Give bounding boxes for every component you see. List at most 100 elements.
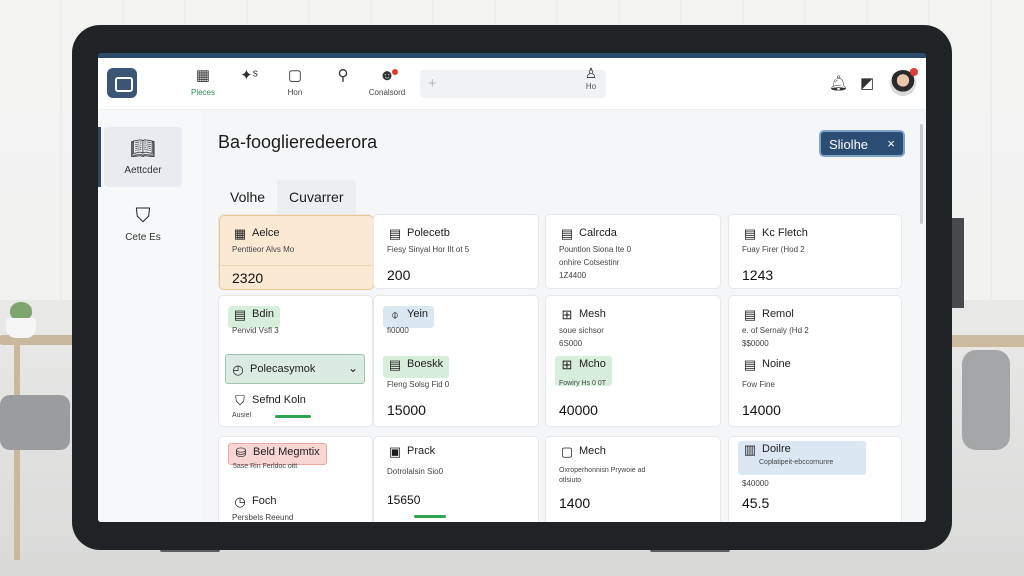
- sidebar-item-label: Aettcder: [124, 165, 162, 176]
- search-user-button[interactable]: ♙ Ho: [576, 65, 606, 91]
- nav-item-hon[interactable]: ▢ Hon: [270, 67, 320, 97]
- scrollbar[interactable]: [920, 124, 923, 224]
- card-subtitle: 5ase Rin Ferldoc oitt: [233, 463, 298, 470]
- dropdown-label: Polecasymok: [250, 363, 316, 375]
- card-subtitle: Persbels Reeund: [232, 513, 294, 522]
- card-title-text: Sefnd Koln: [252, 394, 306, 406]
- card-subtitle: Ausiel: [232, 412, 252, 419]
- card-title-text: Mcho: [579, 358, 606, 370]
- search-input[interactable]: [448, 74, 568, 94]
- card-title: ▢ Mech: [555, 443, 612, 465]
- tab-cuvarrer[interactable]: Cuvarrer: [277, 180, 355, 214]
- card-title-text: Mesh: [579, 308, 606, 320]
- card-yein[interactable]: ⌽ Yein fi0000 ▤ Boeskk Fleng Solsg Fid 0 1…: [373, 295, 539, 427]
- card-calrcda[interactable]: ▤ Calrcda Pountlon Siona Ite 0 onhire Cot…: [545, 214, 721, 289]
- progress-bar: [275, 415, 311, 418]
- card-mesh[interactable]: ⊞ Mesh soue sichsor 6S000 ⊞ Mcho Fowiry Hs…: [545, 295, 721, 427]
- app-logo[interactable]: [107, 68, 137, 98]
- briefcase-icon: ▢: [560, 444, 574, 459]
- chat-icon: ▢: [287, 67, 303, 84]
- close-icon[interactable]: ×: [887, 136, 895, 151]
- background-chair: [962, 350, 1010, 450]
- card-subtitle: Fuay Firer (Hod 2: [742, 245, 805, 254]
- card-value: 2320: [220, 265, 373, 286]
- card-subtitle: Fowiry Hs 0 0T: [559, 380, 607, 387]
- card-subtitle: Oxroperhonnisn Prywoie ad: [559, 467, 646, 474]
- background-pot: [6, 318, 36, 338]
- card-title-text: Mech: [579, 445, 606, 457]
- card-bdin[interactable]: ▤ Bdin Penvid Vsfl 3 ◴ Polecasymok ⌄ ⛉ Sefnd…: [218, 295, 373, 427]
- book-icon: 📖︎: [130, 138, 156, 160]
- card-title: ▤ Remol: [738, 306, 800, 328]
- settings-icon[interactable]: ◩: [860, 74, 874, 92]
- card-value: 40000: [559, 402, 598, 418]
- card-subtitle: Penttieor Alvs Mo: [232, 245, 295, 254]
- nav-item-conalsord[interactable]: ☻ Conalsord: [362, 67, 412, 97]
- card-title-text: Calrcda: [579, 227, 617, 239]
- card-title: ⛁ Beld Megmtix: [228, 443, 327, 465]
- card-subtitle: $$0000: [742, 339, 769, 348]
- card-kc-fletch[interactable]: ▤ Kc Fletch Fuay Firer (Hod 2 1243: [728, 214, 902, 289]
- shield-icon: ⛉: [235, 393, 245, 408]
- nav-item-label: Pleces: [190, 88, 215, 97]
- card-title-text: Polecetb: [407, 227, 450, 239]
- card-value: 15000: [387, 402, 426, 418]
- bell-icon[interactable]: 🔔︎: [829, 74, 848, 92]
- card-title: ◷ Foch: [228, 493, 282, 515]
- card-subtitle: Dotrolalsin Sio0: [387, 467, 444, 476]
- card-title-text: Doilre: [762, 443, 791, 455]
- card-subtitle: Fow Fine: [742, 380, 775, 389]
- plus-box-icon: ⊞: [561, 357, 573, 372]
- card-title: ▦ Aelce: [228, 225, 286, 247]
- card-title: ▥ Doilre: [738, 441, 866, 475]
- chevron-down-icon: ⌄: [347, 361, 358, 375]
- card-beld-megmtix[interactable]: ⛁ Beld Megmtix 5ase Rin Ferldoc oitt ◷ Foc…: [218, 436, 373, 522]
- clock-icon: ◷: [234, 494, 246, 509]
- card-title: ▤ Polecetb: [383, 225, 456, 247]
- avatar[interactable]: [890, 68, 918, 96]
- card-value: 15650: [387, 493, 421, 507]
- nav-item-pleces[interactable]: ▦ Pleces: [178, 67, 228, 97]
- sparkle-icon: ✦ˢ: [240, 67, 258, 84]
- card-value: 1Z4400: [559, 271, 587, 280]
- nav-item-sparkle[interactable]: ✦ˢ: [224, 67, 274, 88]
- chart-icon: ▥: [743, 442, 757, 457]
- background-chair: [0, 395, 70, 450]
- card-title: ▤ Noine: [738, 356, 797, 378]
- nav-item-search[interactable]: ⚲: [318, 67, 368, 88]
- filter-chip[interactable]: Sliolhe ×: [819, 130, 905, 157]
- sidebar-item-cete-es[interactable]: ⛉ Cete Es: [104, 196, 182, 256]
- card-mech[interactable]: ▢ Mech Oxroperhonnisn Prywoie ad otlsiuto…: [545, 436, 721, 522]
- card-title-text: Kc Fletch: [762, 227, 808, 239]
- card-subtitle: fi0000: [387, 326, 409, 335]
- sidebar-item-aettcder[interactable]: 📖︎ Aettcder: [104, 127, 182, 187]
- tab-volhe[interactable]: Volhe: [218, 180, 278, 214]
- nav-item-label: Conalsord: [368, 88, 406, 97]
- background-monitor: [950, 218, 964, 308]
- card-subtitle: 6S000: [559, 339, 583, 348]
- card-title: ▤ Bdin: [228, 306, 281, 328]
- sidebar-item-label: Cete Es: [125, 232, 161, 243]
- card-title: ⊞ Mesh: [555, 306, 612, 328]
- card-subtitle: Pountlon Siona Ite 0: [559, 245, 632, 254]
- card-title-text: Remol: [762, 308, 794, 320]
- document-icon: ▤: [743, 357, 757, 372]
- card-polecetb[interactable]: ▤ Polecetb Fiesy Sinyal Hor Ilt ot 5 200: [373, 214, 539, 289]
- background-desk-leg: [14, 345, 20, 560]
- shield-icon: ⛉: [135, 205, 151, 227]
- card-remol[interactable]: ▤ Remol e. of Sernaly (Hd 2 $$0000 ▤ Noine…: [728, 295, 902, 427]
- card-value: 1243: [742, 267, 774, 283]
- card-aelce[interactable]: ▦ Aelce Penttieor Alvs Mo 2320: [218, 214, 374, 290]
- search-user-label: Ho: [585, 82, 597, 91]
- card-doilre[interactable]: ▥ Doilre Coplatipeit-ebccornunre $40000 4…: [728, 436, 902, 522]
- document-icon: ▤: [388, 357, 402, 372]
- clip-icon: ⌽: [391, 307, 399, 322]
- card-subtitle: Coplatipeit-ebccornunre: [759, 459, 834, 466]
- card-prack[interactable]: ▣ Prack Dotrolalsin Sio0 15650: [373, 436, 539, 522]
- dropdown-polecasymok[interactable]: ◴ Polecasymok ⌄: [225, 354, 365, 384]
- user-alert-icon: ☻: [379, 67, 395, 84]
- card-subtitle: $40000: [742, 479, 769, 488]
- card-subtitle: otlsiuto: [559, 477, 582, 484]
- filter-chip-label: Sliolhe: [829, 137, 869, 152]
- tablet-device: ▦ Pleces ✦ˢ ▢ Hon ⚲ ☻ Conalsord + ♙ Ho 🔔…: [72, 25, 952, 550]
